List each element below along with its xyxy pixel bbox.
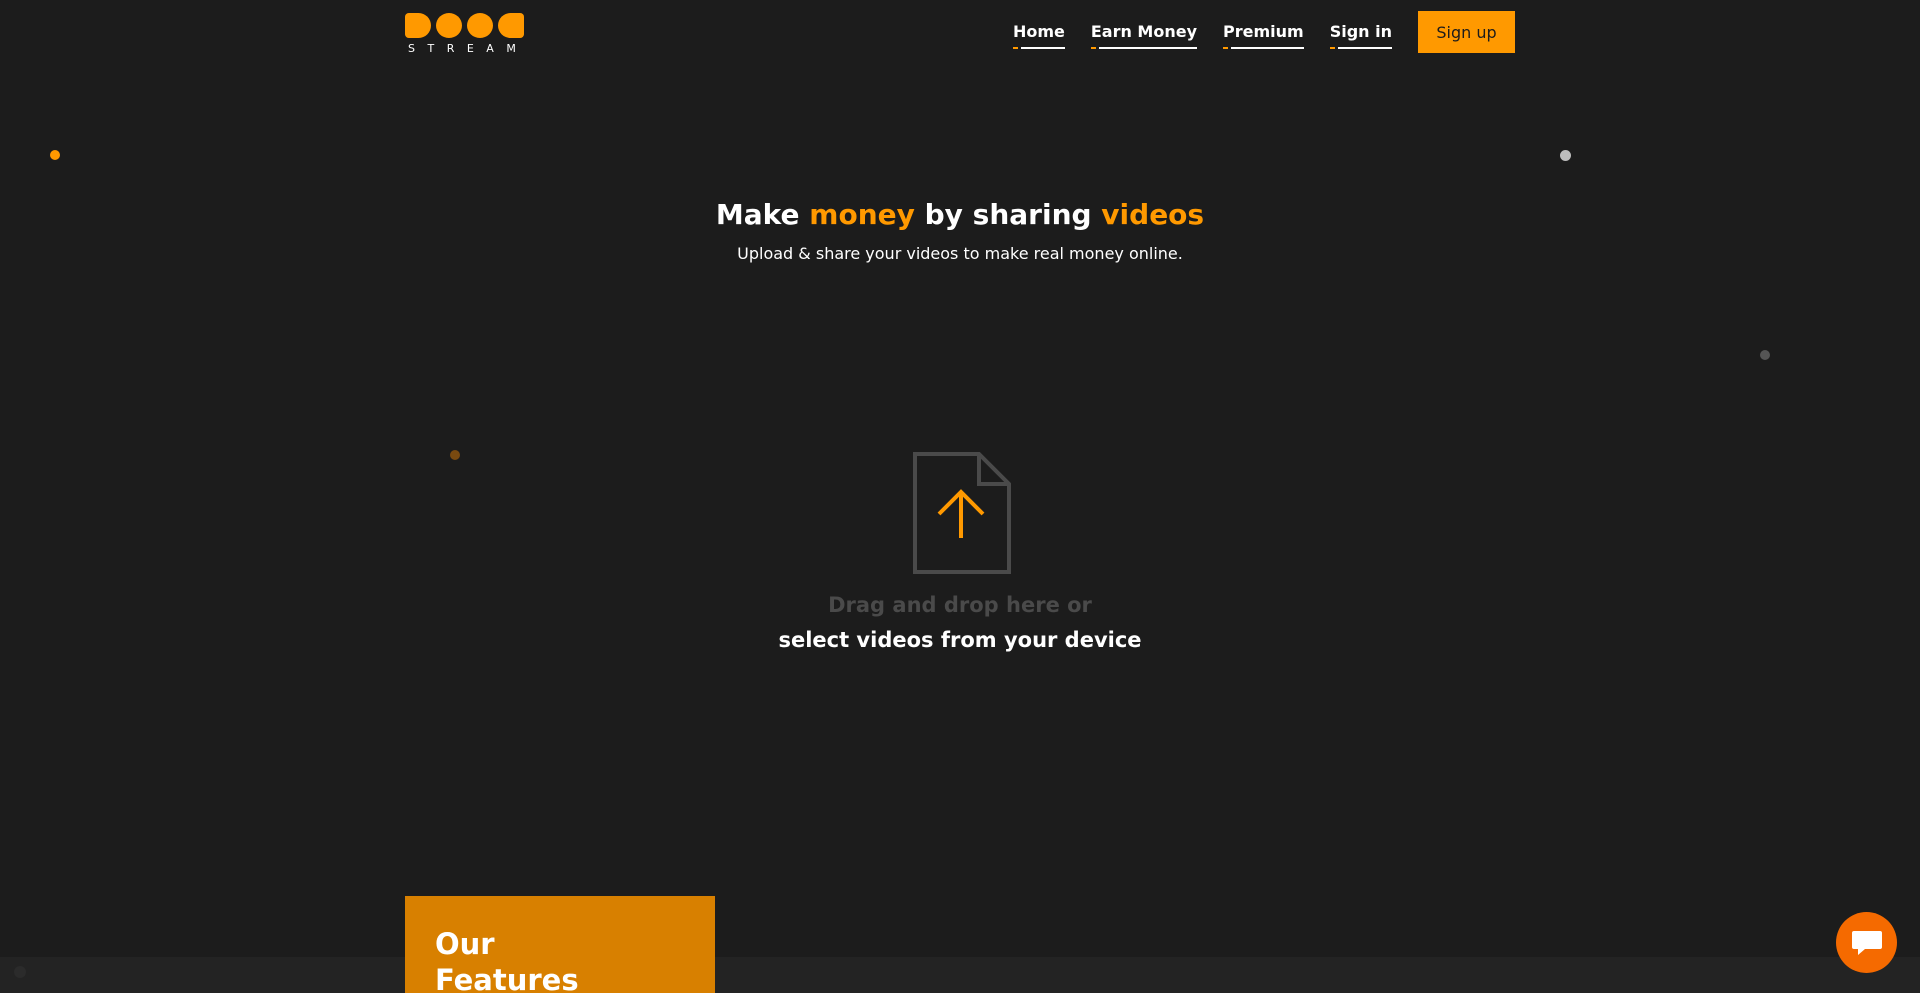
logo-word: STREAM — [408, 42, 529, 55]
decorative-dot-orange — [50, 150, 60, 160]
doodstream-logo[interactable]: STREAM — [405, 13, 527, 55]
nav-premium-link[interactable]: Premium — [1223, 22, 1304, 49]
nav-home-link[interactable]: Home — [1012, 22, 1065, 49]
nav-earn-money-link[interactable]: Earn Money — [1090, 22, 1198, 49]
hero-title-part2: by sharing — [914, 198, 1102, 231]
decorative-dot-light — [1560, 150, 1571, 161]
select-videos-link[interactable]: select videos from your device — [0, 628, 1920, 652]
site-header: STREAM Home Earn Money Premium Sign in S… — [405, 0, 1515, 66]
drag-drop-text: Drag and drop here or — [828, 593, 1092, 617]
sign-up-button[interactable]: Sign up — [1418, 11, 1515, 53]
decorative-dot-brown — [450, 450, 460, 460]
hero-title: Make money by sharing videos — [0, 198, 1920, 231]
features-card: Our Features — [405, 896, 715, 993]
hero-title-highlight-money: money — [809, 198, 915, 231]
logo-shapes — [405, 13, 527, 38]
nav-sign-in-link[interactable]: Sign in — [1329, 22, 1393, 49]
decorative-dot-grey — [1760, 350, 1770, 360]
bottom-bar-dot — [14, 966, 26, 978]
main-nav: Home Earn Money Premium Sign in Sign up — [1012, 11, 1515, 53]
file-upload-icon[interactable] — [913, 452, 1013, 574]
hero-title-highlight-videos: videos — [1101, 198, 1205, 231]
hero-subtitle: Upload & share your videos to make real … — [737, 244, 1183, 263]
bottom-bar — [0, 957, 1920, 993]
chat-bubble-icon — [1851, 930, 1882, 955]
features-title: Our Features — [435, 927, 579, 993]
hero-title-part1: Make — [715, 198, 810, 231]
chat-button[interactable] — [1836, 912, 1897, 973]
